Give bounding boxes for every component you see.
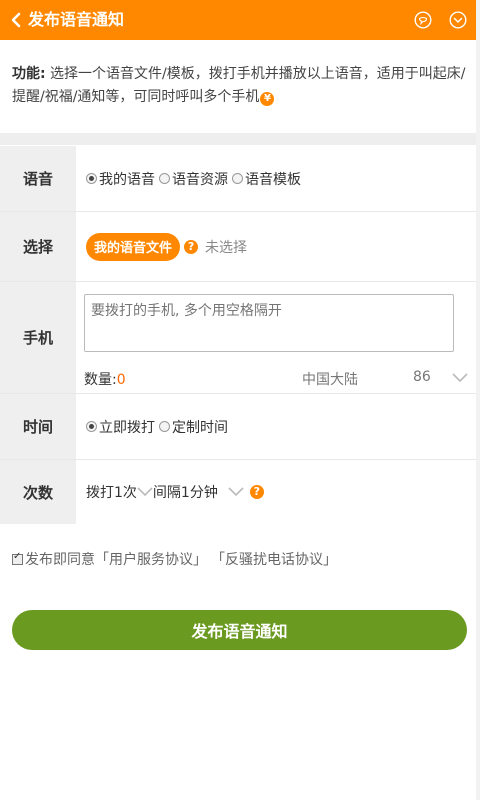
times-row: 次数 拨打1次 间隔1分钟 ? <box>0 460 476 524</box>
radio-scheduled-time[interactable]: 定制时间 <box>159 417 228 437</box>
chevron-down-icon[interactable] <box>452 372 468 384</box>
radio-dot-icon <box>86 173 97 184</box>
top-bar: 发布语音通知 <box>0 0 480 40</box>
radio-voice-template[interactable]: 语音模板 <box>232 169 301 189</box>
agreement-text: 发布即同意 <box>25 552 95 568</box>
description-text: 选择一个语音文件/模板，拨打手机并播放以上语音，适用于叫起床/提醒/祝福/通知等… <box>12 66 466 105</box>
phone-label: 手机 <box>0 282 76 393</box>
select-row: 选择 我的语音文件 ? 未选择 <box>0 212 476 282</box>
phone-count: 数量:0 <box>84 369 126 389</box>
help-icon[interactable]: ? <box>184 239 199 254</box>
times-label: 次数 <box>0 460 76 524</box>
section-divider <box>0 133 476 145</box>
agreement: 发布即同意 「用户服务协议」 「反骚扰电话协议」 <box>12 549 337 569</box>
radio-dial-now[interactable]: 立即拨打 <box>86 417 155 437</box>
time-row: 时间 立即拨打 定制时间 <box>0 394 476 460</box>
anti-harassment-agreement-link[interactable]: 「反骚扰电话协议」 <box>211 549 337 569</box>
select-label: 选择 <box>0 212 76 281</box>
price-badge-icon[interactable]: ¥ <box>260 92 275 106</box>
radio-label: 语音资源 <box>172 171 228 188</box>
radio-my-voice[interactable]: 我的语音 <box>86 169 155 189</box>
radio-label: 我的语音 <box>99 171 155 188</box>
radio-label: 语音模板 <box>245 171 301 188</box>
help-icon[interactable]: ? <box>249 485 264 499</box>
count-value: 0 <box>116 372 126 388</box>
agree-checkbox[interactable] <box>12 551 23 565</box>
radio-label: 定制时间 <box>172 419 228 436</box>
radio-dot-icon <box>159 173 170 184</box>
description-label: 功能: <box>12 66 46 82</box>
region-select[interactable]: 中国大陆 <box>302 369 358 389</box>
phone-numbers-input[interactable] <box>84 294 454 352</box>
radio-dot-icon <box>232 173 243 184</box>
my-voice-file-button[interactable]: 我的语音文件 <box>86 232 181 261</box>
interval-select[interactable]: 间隔1分钟 <box>153 482 218 502</box>
feature-description: 功能: 选择一个语音文件/模板，拨打手机并播放以上语音，适用于叫起床/提醒/祝福… <box>12 63 470 109</box>
voice-row: 语音 我的语音 语音资源 语音模板 <box>0 146 476 212</box>
publish-voice-notice-button[interactable]: 发布语音通知 <box>12 610 467 650</box>
radio-dot-icon <box>86 421 97 432</box>
page-title: 发布语音通知 <box>28 10 125 29</box>
radio-label: 立即拨打 <box>99 419 155 436</box>
phone-row: 手机 数量:0 中国大陆 86 <box>0 282 476 394</box>
country-code[interactable]: 86 <box>413 369 431 385</box>
chevron-down-icon[interactable] <box>137 486 153 498</box>
radio-voice-resource[interactable]: 语音资源 <box>159 169 228 189</box>
selection-status: 未选择 <box>205 239 248 256</box>
chevron-down-circle-icon[interactable] <box>449 11 467 29</box>
dial-count-select[interactable]: 拨打1次 <box>86 482 137 502</box>
count-label: 数量: <box>84 372 117 388</box>
time-label: 时间 <box>0 394 76 459</box>
radio-dot-icon <box>159 421 170 432</box>
chevron-down-icon[interactable] <box>228 486 244 498</box>
chevron-left-icon[interactable] <box>8 10 28 30</box>
scroll-edge <box>476 0 480 800</box>
voice-label: 语音 <box>0 146 76 211</box>
user-service-agreement-link[interactable]: 「用户服务协议」 <box>95 549 207 569</box>
message-circle-icon[interactable] <box>414 11 432 29</box>
